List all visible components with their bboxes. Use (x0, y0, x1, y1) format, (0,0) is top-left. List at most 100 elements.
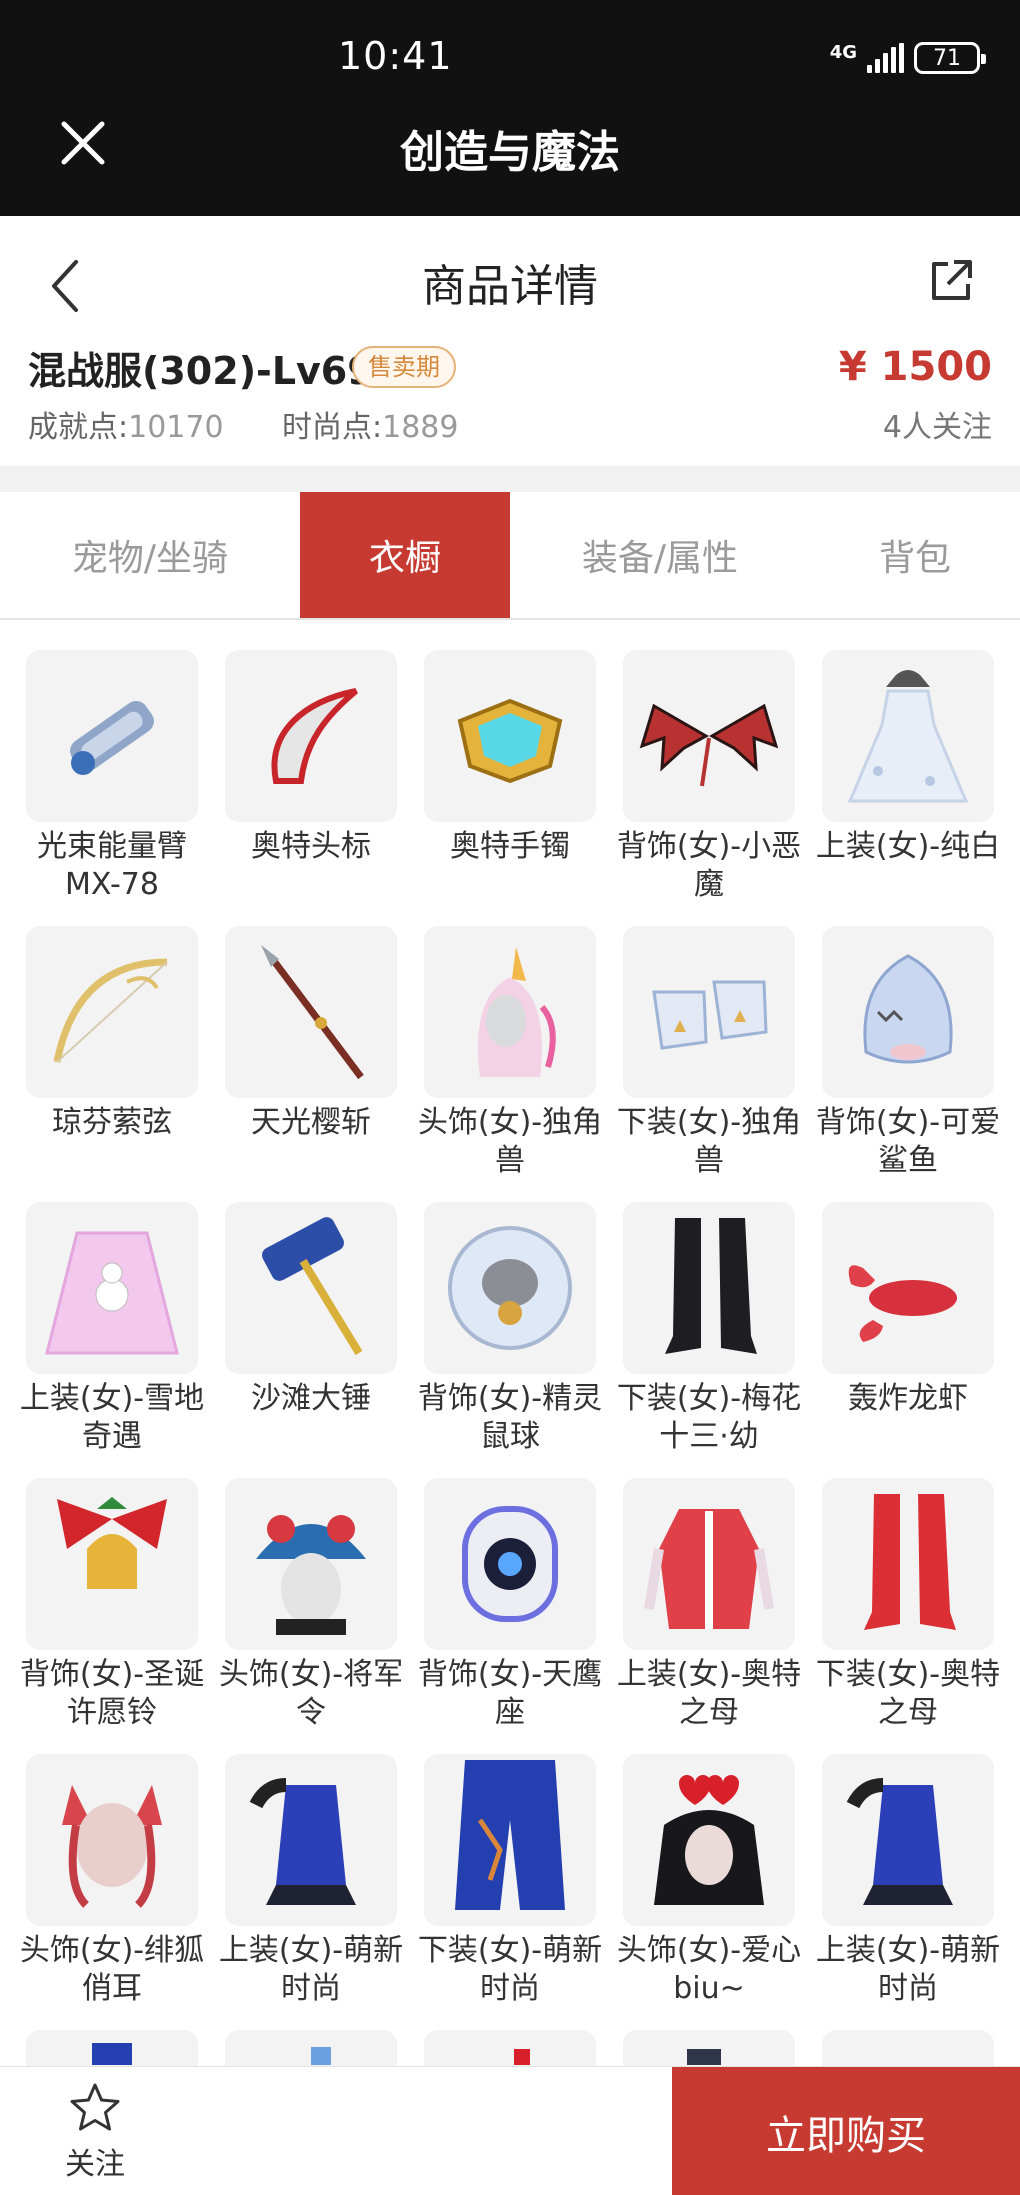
divider (0, 466, 1020, 492)
item-name: 头饰(女)-爱心biu~ (616, 1933, 802, 2006)
item-name: 轰炸龙虾 (848, 1381, 968, 1416)
list-item[interactable]: 背饰(女)-小恶魔 (617, 650, 801, 926)
list-item[interactable]: 上装(女)-纯白 (816, 650, 1000, 926)
star-icon (70, 2083, 120, 2131)
share-icon[interactable] (928, 258, 974, 304)
list-item[interactable]: 琼芬萦弦 (26, 926, 198, 1202)
tab-equipment[interactable]: 装备/属性 (510, 492, 810, 618)
fashion-points: 时尚点:1889 (282, 402, 458, 446)
item-name: 上装(女)-纯白 (815, 829, 1001, 864)
battery-level: 71 (933, 45, 961, 71)
list-item[interactable]: 头饰(女)-将军令 (219, 1478, 403, 1754)
app-title: 创造与魔法 (400, 127, 620, 178)
arm-cannon-icon (70, 700, 154, 775)
tab-wardrobe[interactable]: 衣橱 (300, 492, 510, 618)
unicorn-hood-icon (478, 947, 556, 1077)
list-item-partial[interactable] (424, 2030, 596, 2070)
robot-backpack-icon (462, 1506, 558, 1622)
item-name: 上装(女)-奥特之母 (616, 1657, 802, 1730)
bracelet-icon (457, 698, 563, 784)
item-name: 下装(女)-奥特之母 (815, 1657, 1001, 1730)
item-name: 背饰(女)-天鹰座 (417, 1657, 603, 1730)
list-item[interactable]: 背饰(女)-天鹰座 (418, 1478, 602, 1754)
achievement-value: 10170 (128, 410, 224, 445)
fashion-value: 1889 (382, 410, 459, 445)
list-item[interactable]: 奥特手镯 (424, 650, 596, 926)
item-name: 背饰(女)-精灵鼠球 (417, 1381, 603, 1454)
fashion-label: 时尚点: (282, 410, 383, 445)
buy-now-button[interactable]: 立即购买 (672, 2067, 1020, 2195)
item-name: 上装(女)-雪地奇遇 (19, 1381, 205, 1454)
red-boots-icon (864, 1494, 956, 1630)
item-name: 琼芬萦弦 (52, 1105, 172, 1140)
item-name: 头饰(女)-独角兽 (417, 1105, 603, 1178)
battery-icon: 71 (914, 42, 986, 74)
list-item[interactable]: 背饰(女)-可爱鲨鱼 (816, 926, 1000, 1202)
item-name: 背饰(女)-圣诞许愿铃 (19, 1657, 205, 1730)
list-item[interactable]: 天光樱斩 (225, 926, 397, 1202)
list-item[interactable]: 光束能量臂MX-78 (26, 650, 198, 926)
partial-row (26, 2030, 996, 2070)
list-item-partial[interactable] (225, 2030, 397, 2070)
list-item[interactable]: 下装(女)-梅花十三·幼 (617, 1202, 801, 1478)
status-badge: 售卖期 (352, 346, 456, 388)
item-name: 奥特头标 (251, 829, 371, 864)
bow-icon (53, 958, 168, 1063)
item-name: 头饰(女)-将军令 (218, 1657, 404, 1730)
signal-icon (867, 43, 904, 73)
status-indicators: 4G 71 (830, 42, 986, 74)
item-name: 下装(女)-独角兽 (616, 1105, 802, 1178)
list-item[interactable]: 下装(女)-萌新时尚 (418, 1754, 602, 2030)
list-item[interactable]: 头饰(女)-独角兽 (418, 926, 602, 1202)
red-top-icon (644, 1509, 774, 1629)
list-item[interactable]: 头饰(女)-绯狐俏耳 (20, 1754, 204, 2030)
blue-top-icon (249, 1778, 356, 1905)
list-item[interactable]: 头饰(女)-爱心biu~ (617, 1754, 801, 2030)
item-name: 头饰(女)-绯狐俏耳 (19, 1933, 205, 2006)
tab-bar: 宠物/坐骑 衣橱 装备/属性 背包 (0, 492, 1020, 620)
tab-backpack[interactable]: 背包 (810, 492, 1020, 618)
list-item[interactable]: 上装(女)-萌新时尚 (816, 1754, 1000, 2030)
follower-count: 4人关注 (882, 410, 992, 445)
achievement-label: 成就点: (28, 410, 129, 445)
list-item[interactable]: 背饰(女)-圣诞许愿铃 (20, 1478, 204, 1754)
list-item[interactable]: 背饰(女)-精灵鼠球 (418, 1202, 602, 1478)
black-boots-icon (665, 1218, 757, 1354)
tab-pets-mounts[interactable]: 宠物/坐骑 (0, 492, 300, 618)
lobster-icon (848, 1265, 957, 1342)
list-item[interactable]: 沙滩大锤 (225, 1202, 397, 1478)
list-item-partial[interactable] (822, 2030, 994, 2070)
follow-button[interactable]: 关注 (40, 2081, 150, 2187)
item-name: 光束能量臂MX-78 (37, 829, 187, 902)
devil-wings-icon (639, 703, 779, 787)
hammer-icon (262, 1217, 363, 1356)
status-time: 10:41 (338, 34, 453, 78)
follow-label: 关注 (65, 2147, 125, 2182)
bottom-action-bar: 关注 立即购买 (0, 2066, 1020, 2195)
list-item-partial[interactable] (623, 2030, 795, 2070)
list-item-partial[interactable] (26, 2030, 198, 2070)
white-dress-icon (847, 670, 969, 803)
list-item[interactable]: 下装(女)-奥特之母 (816, 1478, 1000, 1754)
list-item[interactable]: 下装(女)-独角兽 (617, 926, 801, 1202)
christmas-bell-icon (57, 1497, 167, 1589)
item-name: 沙滩大锤 (251, 1381, 371, 1416)
list-item[interactable]: 轰炸龙虾 (822, 1202, 994, 1478)
item-name: 奥特手镯 (450, 829, 570, 864)
fox-ears-icon (62, 1785, 162, 1908)
head-crest-icon (271, 688, 358, 784)
snow-dress-icon (45, 1231, 179, 1355)
account-name: 混战服(302)-Lv69 (28, 349, 374, 393)
page-title: 商品详情 (422, 261, 598, 312)
list-item[interactable]: 上装(女)-雪地奇遇 (20, 1202, 204, 1478)
item-name: 上装(女)-萌新时尚 (815, 1933, 1001, 2006)
status-and-title-bar: 10:41 4G 71 创造与魔法 (0, 0, 1020, 216)
spear-icon (261, 945, 364, 1080)
price: ¥ 1500 (838, 344, 992, 390)
list-item[interactable]: 上装(女)-萌新时尚 (219, 1754, 403, 2030)
list-item[interactable]: 上装(女)-奥特之母 (617, 1478, 801, 1754)
list-item[interactable]: 奥特头标 (225, 650, 397, 926)
opera-headdress-icon (256, 1515, 366, 1635)
item-name: 下装(女)-梅花十三·幼 (616, 1381, 802, 1454)
mouse-ball-icon (448, 1226, 572, 1350)
